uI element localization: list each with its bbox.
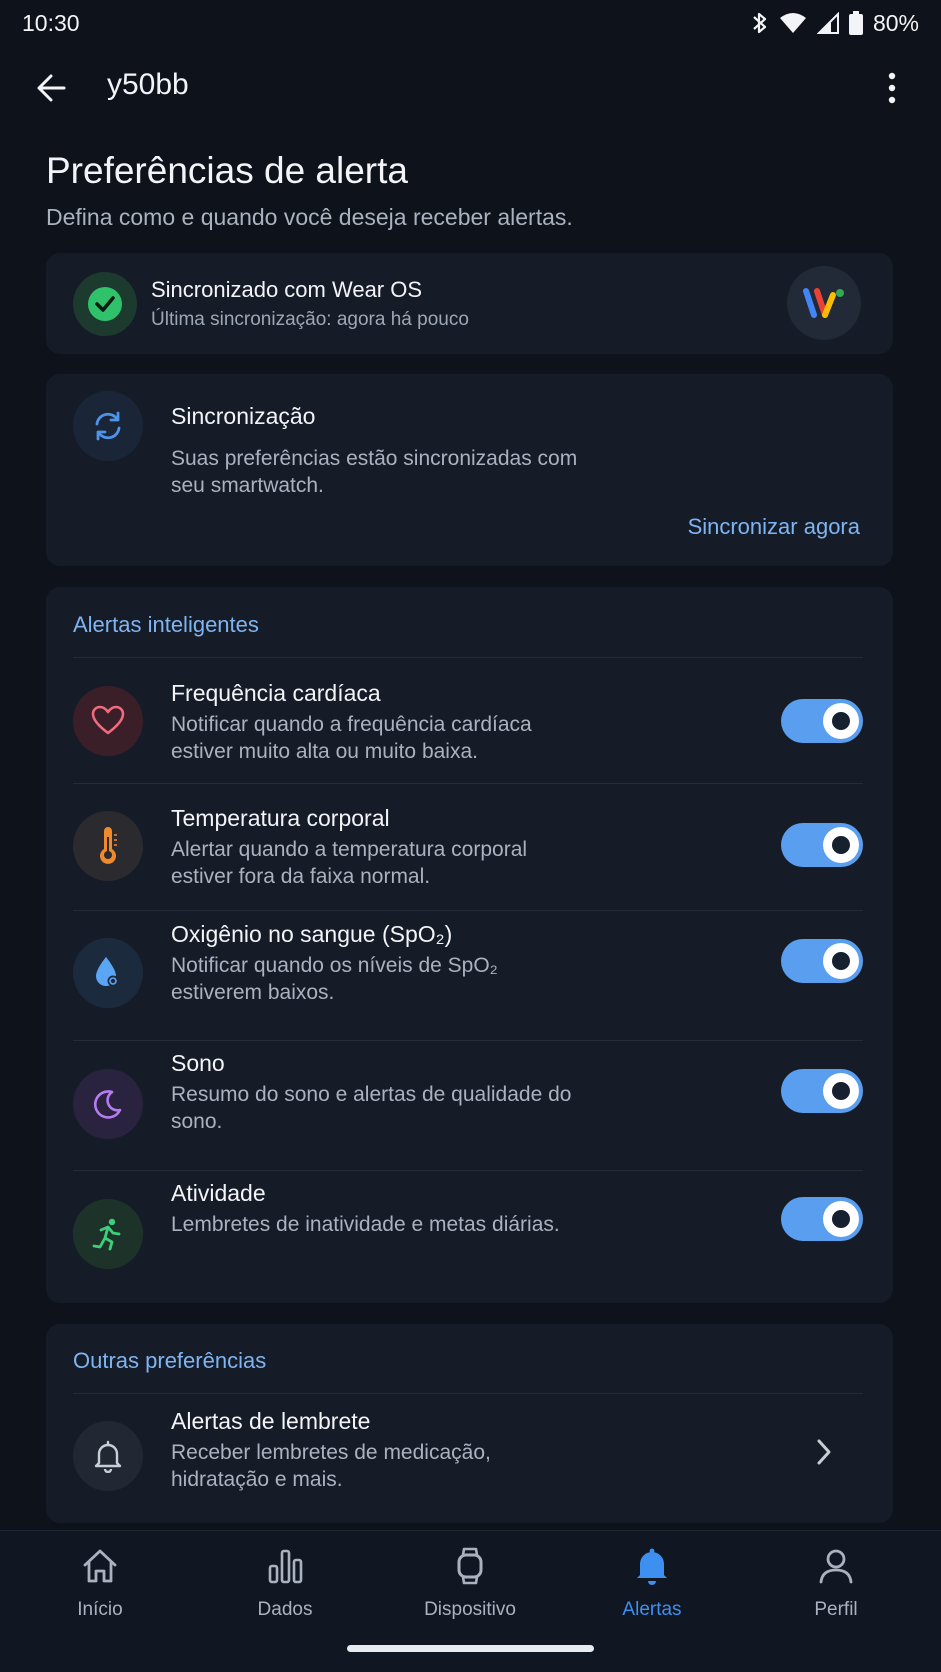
bar-chart-icon: [265, 1546, 305, 1591]
alert-title: Oxigênio no sangue (SpO₂): [171, 921, 453, 947]
alert-row-sleep: Sono Resumo do sono e alertas de qualida…: [46, 1041, 893, 1171]
nav-data[interactable]: Dados: [205, 1546, 365, 1621]
activity-toggle[interactable]: [781, 1197, 863, 1241]
sync-icon: [73, 391, 143, 461]
more-vert-icon[interactable]: [880, 70, 904, 106]
nav-label: Perfil: [814, 1599, 858, 1620]
battery-percent: 80%: [872, 9, 919, 36]
heart-rate-toggle[interactable]: [781, 699, 863, 743]
alert-row-heart-rate: Frequência cardíaca Notificar quando a f…: [46, 658, 893, 783]
chevron-right-icon: [811, 1437, 835, 1467]
thermometer-icon: [73, 811, 143, 881]
nav-label: Dados: [257, 1599, 313, 1620]
alert-row-activity: Atividade Lembretes de inatividade e met…: [46, 1171, 893, 1301]
other-preferences-title: Outras preferências: [73, 1348, 267, 1373]
nav-home[interactable]: Início: [20, 1546, 180, 1621]
bluetooth-icon: [751, 11, 769, 35]
alert-description: Resumo do sono e alertas de qualidade do…: [171, 1083, 572, 1133]
other-preferences-card: Outras preferências Alertas de lembrete …: [46, 1324, 893, 1523]
sync-status-subtitle: Última sincronização: agora há pouco: [151, 309, 469, 330]
status-bar: 10:30 80%: [0, 0, 941, 46]
home-indicator[interactable]: [347, 1645, 594, 1652]
watch-icon: [450, 1546, 490, 1591]
alert-row-temperature: Temperatura corporal Alertar quando a te…: [46, 784, 893, 910]
reminder-description: Receber lembretes de medicação, hidrataç…: [171, 1441, 491, 1491]
reminder-title: Alertas de lembrete: [171, 1408, 371, 1434]
app-title: y50bb: [107, 68, 189, 101]
alert-row-spo2: Oxigênio no sangue (SpO₂) Notificar quan…: [46, 911, 893, 1041]
sync-card: Sincronização Suas preferências estão si…: [46, 374, 893, 566]
sleep-toggle[interactable]: [781, 1069, 863, 1113]
status-time: 10:30: [22, 9, 80, 36]
nav-label: Alertas: [622, 1599, 682, 1620]
sync-now-button[interactable]: Sincronizar agora: [688, 514, 860, 540]
blood-drop-icon: [73, 938, 143, 1008]
alert-title: Sono: [171, 1050, 225, 1076]
wear-os-logo-icon: [787, 266, 861, 340]
alert-title: Atividade: [171, 1180, 266, 1206]
reminder-alerts-row[interactable]: Alertas de lembrete Receber lembretes de…: [46, 1394, 893, 1523]
running-icon: [73, 1199, 143, 1269]
alert-title: Frequência cardíaca: [171, 680, 381, 706]
smart-alerts-title: Alertas inteligentes: [73, 612, 259, 637]
spo2-toggle[interactable]: [781, 939, 863, 983]
person-icon: [816, 1546, 856, 1591]
home-icon: [80, 1546, 120, 1591]
sync-card-description: Suas preferências estão sincronizadas co…: [171, 447, 578, 497]
status-icons: 80%: [751, 10, 919, 37]
temperature-toggle[interactable]: [781, 823, 863, 867]
nav-alerts[interactable]: Alertas: [572, 1546, 732, 1621]
alert-description: Alertar quando a temperatura corporal es…: [171, 838, 528, 888]
alert-description: Notificar quando a frequência cardíaca e…: [171, 713, 532, 763]
moon-icon: [73, 1069, 143, 1139]
signal-icon: [816, 12, 839, 34]
nav-device[interactable]: Dispositivo: [390, 1546, 550, 1621]
battery-icon: [848, 11, 863, 35]
sync-status-card: Sincronizado com Wear OS Última sincroni…: [46, 253, 893, 354]
nav-label: Início: [77, 1599, 123, 1620]
sync-status-title: Sincronizado com Wear OS: [151, 277, 423, 302]
page-subtitle: Defina como e quando você deseja receber…: [46, 204, 573, 230]
alert-description: Lembretes de inatividade e metas diárias…: [171, 1213, 560, 1236]
alert-title: Temperatura corporal: [171, 805, 390, 831]
app-bar: y50bb: [0, 56, 941, 120]
page-title: Preferências de alerta: [46, 150, 408, 191]
back-arrow-icon[interactable]: [34, 70, 70, 106]
bell-icon: [632, 1546, 672, 1591]
heart-icon: [73, 686, 143, 756]
nav-label: Dispositivo: [424, 1599, 516, 1620]
check-icon: [73, 272, 137, 336]
nav-profile[interactable]: Perfil: [756, 1546, 916, 1621]
smart-alerts-card: Alertas inteligentes Frequência cardíaca…: [46, 587, 893, 1303]
sync-card-title: Sincronização: [171, 403, 316, 429]
wifi-icon: [779, 12, 807, 34]
bell-icon: [73, 1421, 143, 1491]
alert-description: Notificar quando os níveis de SpO₂ estiv…: [171, 954, 498, 1004]
